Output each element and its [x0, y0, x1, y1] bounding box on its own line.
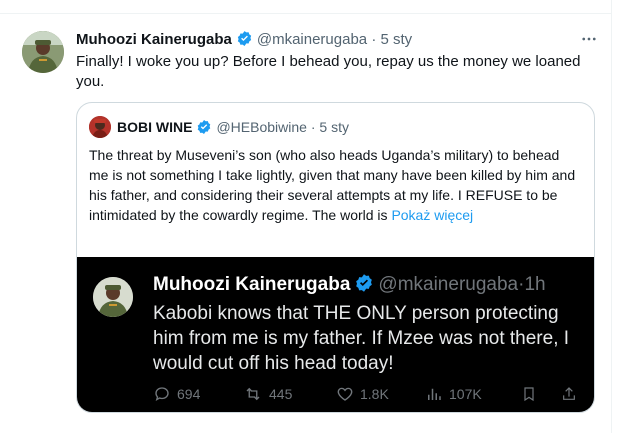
quote-text: The threat by Museveni’s son (who also h…: [89, 145, 579, 225]
embedded-header: Muhoozi Kainerugaba @mkainerugaba·1h: [153, 273, 546, 297]
quote-body: The threat by Museveni’s son (who also h…: [89, 147, 576, 223]
author-handle[interactable]: @mkainerugaba: [257, 31, 367, 48]
embedded-author-handle: @mkainerugaba: [378, 274, 519, 295]
verified-badge-icon: [356, 274, 373, 292]
separator-dot: ·: [310, 119, 316, 135]
views-action: 107K: [425, 385, 482, 403]
bookmark-action: [521, 385, 537, 403]
separator-dot: ·: [371, 31, 377, 48]
timestamp[interactable]: 5 sty: [380, 31, 412, 48]
repost-count: 445: [269, 386, 293, 402]
tweet-header: Muhoozi Kainerugaba @mkainerugaba · 5 sty: [76, 30, 412, 50]
avatar[interactable]: [22, 31, 64, 73]
repost-action: 445: [243, 385, 292, 403]
heart-icon: [337, 387, 353, 401]
tweet-text: Finally! I woke you up? Before I behead …: [76, 53, 581, 90]
views-count: 107K: [449, 386, 482, 402]
more-options-icon[interactable]: [580, 30, 598, 53]
reply-count: 694: [177, 386, 201, 402]
embedded-author-name: Muhoozi Kainerugaba: [153, 274, 351, 295]
reply-action: 694: [153, 385, 200, 403]
show-more-link[interactable]: Pokaż więcej: [391, 207, 473, 223]
verified-badge-icon: [198, 120, 211, 134]
quote-header: BOBI WINE @HEBobiwine · 5 sty: [117, 117, 349, 137]
share-action: [561, 385, 577, 403]
quote-timestamp: 5 sty: [319, 119, 349, 135]
reply-icon: [155, 387, 169, 402]
quote-avatar: [89, 116, 111, 138]
like-count: 1.8K: [360, 386, 389, 402]
like-action: 1.8K: [336, 385, 389, 403]
verified-badge-icon: [237, 31, 252, 46]
quoted-tweet-card[interactable]: BOBI WINE @HEBobiwine · 5 sty The threat …: [76, 102, 595, 413]
bookmark-icon: [524, 387, 534, 402]
divider-top: [0, 13, 612, 14]
divider-right: [611, 0, 612, 433]
embedded-timestamp: 1h: [524, 274, 546, 295]
embedded-text: Kabobi knows that THE ONLY person protec…: [153, 303, 570, 374]
views-icon: [428, 388, 441, 400]
embedded-tweet-image[interactable]: Muhoozi Kainerugaba @mkainerugaba·1h Kabo…: [77, 257, 594, 412]
quote-author-name: BOBI WINE: [117, 119, 193, 135]
embedded-actions: 694 445 1.8K 107K: [153, 385, 583, 407]
repost-icon: [246, 387, 260, 401]
share-icon: [563, 387, 575, 400]
author-name[interactable]: Muhoozi Kainerugaba: [76, 31, 232, 48]
embedded-avatar: [93, 277, 133, 317]
quote-author-handle: @HEBobiwine: [216, 119, 307, 135]
